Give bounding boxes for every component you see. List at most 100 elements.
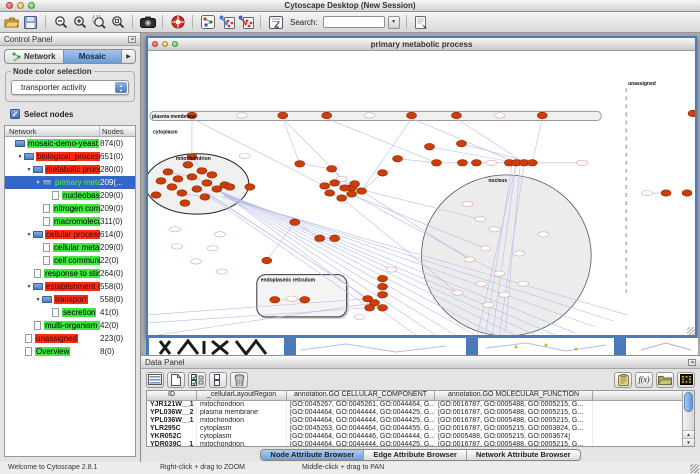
network-node-unselected[interactable] (475, 217, 486, 222)
network-node-unselected[interactable] (489, 227, 500, 232)
network-node[interactable] (378, 275, 388, 281)
create-network-view-button[interactable] (199, 14, 216, 30)
network-node-unselected[interactable] (476, 281, 487, 286)
save-session-button[interactable] (22, 14, 39, 30)
tab-node-attribute-browser[interactable]: Node Attribute Browser (261, 450, 364, 460)
scroll-up-button[interactable]: ▲ (683, 430, 694, 438)
network-node[interactable] (197, 168, 207, 174)
select-attributes-button[interactable] (188, 372, 206, 388)
network-node-unselected[interactable] (386, 267, 397, 272)
tab-network-attribute-browser[interactable]: Network Attribute Browser (467, 450, 580, 460)
help-button[interactable] (169, 14, 186, 30)
tree-row[interactable]: response to stimulu264(0) (5, 267, 135, 280)
unselect-attributes-button[interactable] (209, 372, 227, 388)
network-node-unselected[interactable] (518, 281, 529, 286)
network-node[interactable] (431, 160, 441, 166)
network-node[interactable] (177, 190, 187, 196)
table-row[interactable]: YDR039C__1mitochondrion[GO:0044464, GO:0… (147, 441, 682, 446)
attribute-table-mode-button[interactable] (146, 372, 164, 388)
tree-row[interactable]: ▼primary metabo209(... (5, 176, 135, 189)
import-attributes-button[interactable] (656, 372, 674, 388)
table-column-header[interactable]: annotation.GO MOLECULAR_FUNCTION (435, 391, 593, 400)
tree-row[interactable]: ▼cellular process614(0) (5, 228, 135, 241)
network-node[interactable] (378, 283, 388, 289)
network-node[interactable] (156, 178, 166, 184)
network-node-unselected[interactable] (486, 160, 497, 165)
network-node[interactable] (183, 162, 193, 168)
tree-row[interactable]: secretion41(0) (5, 306, 135, 319)
node-color-dropdown[interactable]: transporter activity ▲▼ (11, 80, 129, 95)
float-data-panel-icon[interactable] (688, 359, 696, 366)
table-column-header[interactable]: _cellularLayoutRegion (197, 391, 287, 400)
network-node[interactable] (682, 190, 692, 196)
network-node-unselected[interactable] (236, 113, 247, 118)
network-node-unselected[interactable] (642, 190, 653, 195)
network-node-unselected[interactable] (499, 292, 510, 297)
network-node[interactable] (278, 112, 288, 118)
network-node[interactable] (325, 190, 335, 196)
network-node[interactable] (202, 180, 212, 186)
network-node[interactable] (225, 184, 235, 190)
network-node[interactable] (365, 305, 375, 311)
select-nodes-checkbox[interactable]: ✓ (10, 109, 20, 119)
network-graph[interactable]: plasma membranecytoplasmmitochondrionnuc… (148, 51, 695, 335)
network-window-titlebar[interactable]: primary metabolic process (148, 38, 695, 51)
delete-attribute-button[interactable] (230, 372, 248, 388)
tree-row[interactable]: cellular metabol209(0) (5, 241, 135, 254)
tree-row[interactable]: ▼transport558(0) (5, 293, 135, 306)
network-node-unselected[interactable] (364, 113, 375, 118)
network-node[interactable] (378, 170, 388, 176)
tree-column-network[interactable]: Network (5, 126, 100, 136)
minimize-window-button[interactable] (17, 2, 24, 9)
tab-mosaic[interactable]: Mosaic (63, 49, 123, 64)
tree-expand-arrow[interactable]: ▼ (16, 154, 24, 160)
vizmapper-button[interactable] (267, 14, 284, 30)
zoom-fit-content-button[interactable] (109, 14, 126, 30)
network-node[interactable] (262, 257, 272, 263)
network-node[interactable] (347, 191, 357, 197)
network-canvas[interactable]: plasma membranecytoplasmmitochondrionnuc… (148, 51, 695, 335)
network-node-unselected[interactable] (577, 160, 588, 165)
network-node[interactable] (471, 160, 481, 166)
zoom-in-button[interactable] (71, 14, 88, 30)
network-node-unselected[interactable] (286, 296, 297, 301)
network-node[interactable] (322, 112, 332, 118)
network-node-unselected[interactable] (452, 290, 463, 295)
scroll-down-button[interactable]: ▼ (683, 438, 694, 446)
attribute-notes-button[interactable] (614, 372, 632, 388)
zoom-out-button[interactable] (52, 14, 69, 30)
open-file-button[interactable] (3, 14, 20, 30)
network-node[interactable] (180, 200, 190, 206)
table-column-header[interactable]: annotation.GO CELLULAR_COMPONENT (287, 391, 435, 400)
close-network-window-button[interactable] (152, 41, 158, 47)
minimize-network-window-button[interactable] (162, 41, 168, 47)
network-node[interactable] (537, 112, 547, 118)
network-node-unselected[interactable] (514, 251, 525, 256)
network-node-unselected[interactable] (190, 259, 201, 264)
tree-row[interactable]: cell communicat22(0) (5, 254, 135, 267)
network-node[interactable] (357, 188, 367, 194)
network-node[interactable] (527, 160, 537, 166)
network-node[interactable] (192, 186, 202, 192)
tree-expand-arrow[interactable]: ▼ (25, 167, 33, 173)
tab-edge-attribute-browser[interactable]: Edge Attribute Browser (364, 450, 466, 460)
network-window[interactable]: primary metabolic process plasma membran… (146, 36, 697, 337)
network-node[interactable] (290, 219, 300, 225)
table-row[interactable]: YLR295Ccytoplasm[GO:0045263, GO:0044464,… (147, 425, 682, 433)
tree-expand-arrow[interactable]: ▼ (34, 180, 42, 186)
network-node[interactable] (151, 192, 161, 198)
network-node[interactable] (207, 172, 217, 178)
search-index-settings-button[interactable] (413, 14, 430, 30)
network-node[interactable] (661, 190, 671, 196)
tree-row[interactable]: ▼biological_process651(0) (5, 150, 135, 163)
network-node[interactable] (378, 291, 388, 297)
network-node[interactable] (173, 176, 183, 182)
zoom-window-button[interactable] (28, 2, 35, 9)
network-node[interactable] (245, 184, 255, 190)
tree-row[interactable]: unassigned223(0) (5, 332, 135, 345)
function-builder-button[interactable]: f(x) (635, 372, 653, 388)
network-node[interactable] (424, 143, 434, 149)
window-resize-grip[interactable] (687, 327, 695, 335)
tree-row[interactable]: macromolecule311(0) (5, 215, 135, 228)
network-node[interactable] (393, 156, 403, 162)
